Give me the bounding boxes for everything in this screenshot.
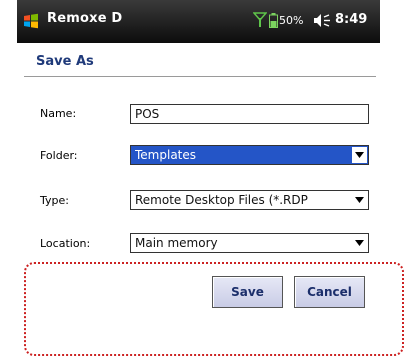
battery-icon (269, 13, 278, 28)
app-title: Remoxe D (47, 11, 123, 26)
folder-label: Folder: (40, 149, 78, 162)
clock: 8:49 (335, 12, 368, 27)
chevron-down-icon[interactable] (352, 235, 367, 251)
title-divider (24, 76, 376, 77)
type-select[interactable]: Remote Desktop Files (*.RDP (130, 190, 369, 210)
location-label: Location: (40, 237, 91, 250)
signal-icon (252, 12, 268, 28)
location-select[interactable]: Main memory (130, 233, 369, 253)
location-value: Main memory (135, 236, 218, 250)
chevron-down-icon[interactable] (352, 147, 367, 163)
status-bar: Remoxe D 50% 8:49 (17, 0, 380, 43)
save-button[interactable]: Save (212, 276, 283, 308)
type-label: Type: (40, 194, 69, 207)
dialog-title: Save As (36, 54, 94, 69)
speaker-icon[interactable] (313, 13, 331, 28)
cancel-button[interactable]: Cancel (294, 276, 365, 308)
name-label: Name: (40, 107, 77, 120)
windows-start-icon[interactable] (23, 13, 39, 29)
folder-value: Templates (135, 148, 197, 162)
chevron-down-icon[interactable] (352, 192, 367, 208)
battery-percent: 50% (279, 14, 304, 27)
type-value: Remote Desktop Files (*.RDP (135, 193, 308, 207)
name-value: POS (135, 107, 160, 121)
folder-select[interactable]: Templates (130, 145, 369, 165)
name-input[interactable]: POS (130, 104, 369, 124)
